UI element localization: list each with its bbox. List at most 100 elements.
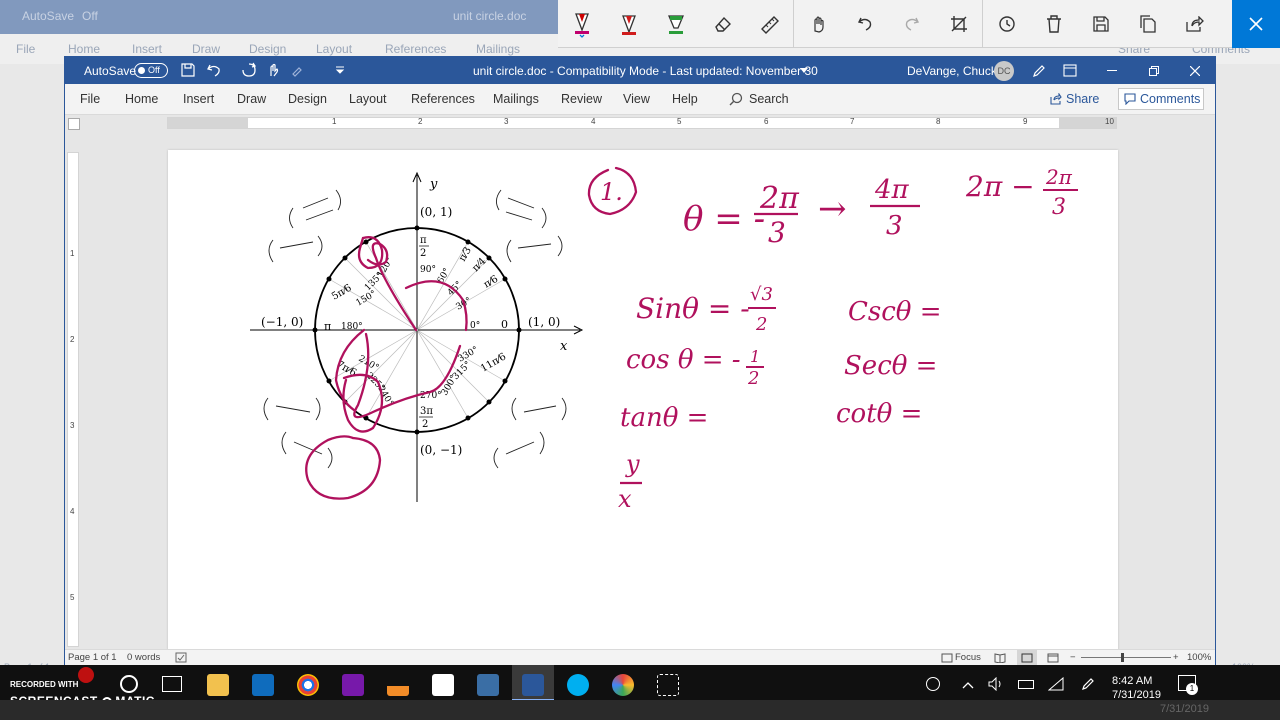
point-left: (−1, 0) <box>261 315 303 329</box>
tab-file[interactable]: File <box>80 92 100 106</box>
ink-two-pi-small: 2π <box>1045 165 1073 189</box>
wifi-icon[interactable] <box>1048 677 1064 691</box>
degree-180: 180° <box>341 322 363 332</box>
task-view-icon[interactable] <box>162 676 182 692</box>
save-icon[interactable] <box>180 62 196 78</box>
history-button[interactable] <box>983 0 1030 48</box>
minimize-icon <box>1107 69 1117 71</box>
share-ink-button[interactable] <box>1171 0 1218 48</box>
redo-icon[interactable] <box>241 62 257 78</box>
touch-mode-icon[interactable] <box>265 62 281 78</box>
zoom-slider[interactable] <box>1081 657 1171 658</box>
tab-review[interactable]: Review <box>561 92 602 106</box>
zoom-slider-thumb[interactable] <box>1121 653 1124 662</box>
close-window-button[interactable] <box>1174 57 1216 84</box>
pen-workspace-icon[interactable] <box>1080 676 1096 692</box>
read-mode-icon[interactable] <box>994 653 1006 663</box>
tab-help[interactable]: Help <box>672 92 698 106</box>
people-icon[interactable] <box>926 677 940 691</box>
tab-selector[interactable] <box>68 118 80 130</box>
tab-design[interactable]: Design <box>288 92 327 106</box>
document-title[interactable]: unit circle.doc - Compatibility Mode - L… <box>473 64 818 78</box>
close-icon <box>1190 65 1200 76</box>
ink-sin: Sinθ = - <box>636 292 750 325</box>
tab-layout[interactable]: Layout <box>349 92 387 106</box>
word-count[interactable]: 0 words <box>127 652 160 663</box>
undo-icon[interactable] <box>206 62 222 78</box>
tab-insert[interactable]: Insert <box>183 92 214 106</box>
save-button[interactable] <box>1077 0 1124 48</box>
autosave-label: AutoSave <box>84 64 137 78</box>
app-icon[interactable] <box>612 674 634 696</box>
vertical-ruler[interactable]: 1 2 3 4 5 <box>67 152 79 647</box>
onenote-icon[interactable] <box>342 674 364 696</box>
document-page[interactable]: y x (0, 1) (−1, 0) (1, 0) (0, −1) π 2 π … <box>168 150 1165 650</box>
crop-button[interactable] <box>935 0 982 48</box>
tab-mailings[interactable]: Mailings <box>493 92 539 106</box>
chevron-down-icon[interactable] <box>800 68 808 74</box>
app-icon[interactable] <box>387 674 409 696</box>
ruler-number: 6 <box>764 117 769 126</box>
delete-button[interactable] <box>1030 0 1077 48</box>
print-layout-button[interactable] <box>1017 650 1037 665</box>
cortana-icon[interactable] <box>120 675 138 693</box>
tab-view[interactable]: View <box>623 92 650 106</box>
zoom-level[interactable]: 100% <box>1187 652 1211 663</box>
notification-badge: 1 <box>1186 683 1198 695</box>
share-label: Share <box>1066 92 1100 106</box>
tab-home[interactable]: Home <box>125 92 158 106</box>
volume-icon[interactable] <box>988 677 1004 691</box>
pen-red-button[interactable] <box>558 0 605 48</box>
search-icon[interactable] <box>729 92 743 106</box>
tab-draw[interactable]: Draw <box>237 92 266 106</box>
ruler-number: 8 <box>936 117 941 126</box>
chrome-icon[interactable] <box>297 674 319 696</box>
clock-time[interactable]: 8:42 AM <box>1112 675 1152 687</box>
search-box[interactable]: Search <box>749 92 789 106</box>
toggle-state: Off <box>148 65 160 75</box>
radian-zero: 0 <box>501 318 508 331</box>
avatar[interactable]: DC <box>994 61 1014 81</box>
file-explorer-icon[interactable] <box>207 674 229 696</box>
close-ink-button[interactable] <box>1232 0 1280 48</box>
point-top: (0, 1) <box>420 205 452 219</box>
paint-icon[interactable] <box>477 674 499 696</box>
minimize-button[interactable] <box>1091 57 1133 84</box>
battery-icon[interactable] <box>1018 680 1034 689</box>
copy-button[interactable] <box>1124 0 1171 48</box>
ink-one: 1 <box>750 347 760 366</box>
autosave-toggle[interactable]: Off <box>134 63 168 78</box>
share-button[interactable]: Share <box>1050 88 1110 110</box>
page-count[interactable]: Page 1 of 1 <box>68 652 117 663</box>
ruler-button[interactable] <box>746 0 793 48</box>
focus-icon[interactable] <box>941 653 953 663</box>
bg-menu-home: Home <box>68 42 101 56</box>
restore-button[interactable] <box>1133 57 1175 84</box>
highlighter-button[interactable] <box>652 0 699 48</box>
ribbon-display-icon[interactable] <box>1063 64 1077 77</box>
user-name[interactable]: DeVange, Chuck <box>907 64 997 78</box>
touch-writing-button[interactable] <box>794 0 841 48</box>
redo-button[interactable] <box>888 0 935 48</box>
focus-button[interactable]: Focus <box>955 652 981 663</box>
comments-button[interactable]: Comments <box>1118 88 1204 110</box>
undo-button[interactable] <box>841 0 888 48</box>
zoom-out-button[interactable]: − <box>1070 652 1076 663</box>
toggle-knob <box>138 67 145 74</box>
format-painter-icon[interactable] <box>291 64 305 78</box>
zoom-in-button[interactable]: + <box>1173 652 1179 663</box>
pen-darkred-button[interactable] <box>605 0 652 48</box>
tab-references[interactable]: References <box>411 92 475 106</box>
outlook-icon[interactable] <box>252 674 274 696</box>
pen-icon[interactable] <box>1031 63 1047 79</box>
snipping-tool-icon[interactable] <box>657 674 679 696</box>
skype-icon[interactable] <box>567 674 589 696</box>
chevron-up-icon[interactable] <box>962 681 974 689</box>
proofing-icon[interactable] <box>175 652 187 663</box>
web-layout-icon[interactable] <box>1047 653 1059 663</box>
customize-qat-icon[interactable] <box>335 65 345 75</box>
bg-menu-layout: Layout <box>316 42 353 56</box>
eraser-button[interactable] <box>699 0 746 48</box>
horizontal-ruler[interactable]: 1 2 3 4 5 6 7 8 9 10 <box>167 117 1117 129</box>
app-icon[interactable] <box>432 674 454 696</box>
